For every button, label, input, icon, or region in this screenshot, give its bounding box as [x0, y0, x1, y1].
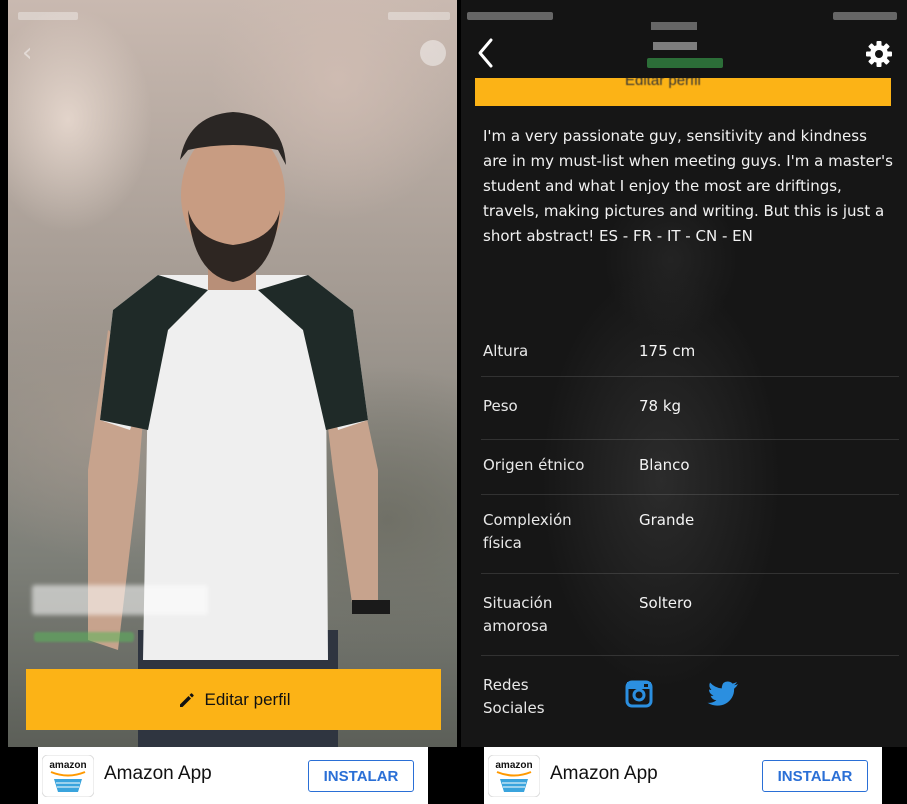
- detail-label: Situación amorosa: [483, 594, 553, 635]
- detail-value: Soltero: [639, 594, 692, 612]
- edit-profile-label: Editar perfil: [204, 689, 291, 709]
- detail-label: Origen étnico: [483, 456, 585, 474]
- status-bar-right: [388, 12, 450, 20]
- amazon-ad-banner[interactable]: amazon Amazon App INSTALAR: [484, 747, 882, 804]
- detail-value: 78 kg: [639, 397, 682, 415]
- profile-details-screen: Editar perfil I'm a very passionate guy,…: [461, 0, 907, 747]
- edit-profile-button[interactable]: Editar perfil: [26, 669, 441, 730]
- edit-profile-label: Editar perfil: [625, 78, 701, 89]
- profile-name-age: [32, 585, 208, 615]
- detail-row-ethnicity: Origen étnico Blanco: [481, 440, 899, 495]
- gear-icon[interactable]: [865, 40, 893, 68]
- back-icon[interactable]: ‹: [22, 38, 50, 68]
- detail-row-body-type: Complexión física Grande: [481, 495, 899, 574]
- amazon-app-logo: amazon: [42, 755, 94, 797]
- status-bar-left: [467, 12, 553, 20]
- detail-value: 175 cm: [639, 342, 696, 360]
- install-button[interactable]: INSTALAR: [308, 760, 414, 792]
- detail-label: Altura: [483, 342, 529, 360]
- social-label: Redes Sociales: [483, 676, 545, 717]
- amazon-ad-banner[interactable]: amazon Amazon App INSTALAR: [38, 747, 428, 804]
- twitter-icon[interactable]: [707, 680, 739, 708]
- pencil-icon: [179, 692, 194, 707]
- detail-label: Complexión física: [483, 511, 572, 552]
- install-button[interactable]: INSTALAR: [762, 760, 868, 792]
- profile-photo-screen: ‹ Editar perfil: [8, 0, 457, 747]
- gear-icon[interactable]: [420, 40, 446, 66]
- amazon-logo-text: amazon: [49, 760, 86, 771]
- detail-value: Grande: [639, 511, 695, 529]
- detail-row-weight: Peso 78 kg: [481, 377, 899, 440]
- instagram-icon[interactable]: [625, 680, 653, 708]
- ad-app-name: Amazon App: [104, 763, 212, 784]
- header-title: [651, 22, 697, 30]
- detail-row-social: Redes Sociales: [481, 656, 899, 726]
- header-subtitle: [653, 42, 697, 50]
- detail-row-relationship: Situación amorosa Soltero: [481, 574, 899, 656]
- header-online-status: [647, 58, 723, 68]
- status-bar-left: [18, 12, 78, 20]
- about-text: I'm a very passionate guy, sensitivity a…: [483, 127, 893, 245]
- ad-app-name: Amazon App: [550, 763, 658, 784]
- detail-label: Peso: [483, 397, 518, 415]
- detail-value: Blanco: [639, 456, 690, 474]
- detail-row-height: Altura 175 cm: [481, 333, 899, 377]
- edit-profile-button[interactable]: Editar perfil: [475, 78, 891, 106]
- back-icon[interactable]: [475, 36, 497, 70]
- top-bar: [461, 0, 907, 80]
- status-bar-right: [833, 12, 897, 20]
- amazon-app-logo: amazon: [488, 755, 540, 797]
- online-status: [34, 632, 134, 642]
- amazon-logo-text: amazon: [495, 760, 532, 771]
